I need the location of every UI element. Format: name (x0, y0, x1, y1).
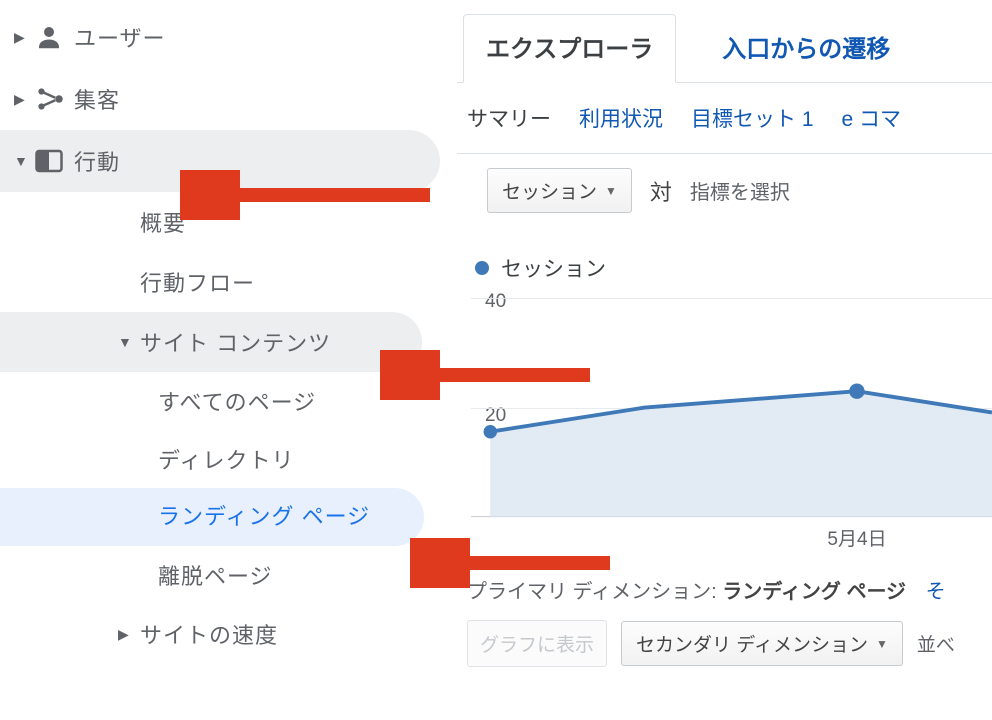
sidebar-item-acquisition[interactable]: ▶ 集客 (0, 68, 456, 130)
legend-dot-icon (475, 261, 489, 275)
metric-dropdown[interactable]: セッション ▼ (487, 168, 632, 213)
sidebar-subitem-site-speed[interactable]: ▶ サイトの速度 (0, 604, 456, 664)
subtab-summary[interactable]: サマリー (467, 103, 551, 133)
sidebar-leaf-landing-pages[interactable]: ランディング ページ (0, 488, 424, 546)
primary-dimension-value: ランディング ページ (722, 581, 906, 603)
sidebar-item-label: 行動フロー (140, 266, 255, 298)
chevron-down-icon: ▼ (605, 184, 617, 198)
caret-right-icon: ▶ (14, 29, 34, 46)
primary-dimension-label: プライマリ ディメンション: (467, 581, 717, 603)
sidebar: ▶ ユーザー ▶ 集客 ▼ 行動 概要 行動フロー (0, 0, 456, 720)
plot-rows-button[interactable]: グラフに表示 (467, 620, 607, 667)
sidebar-item-label: サイト コンテンツ (140, 326, 331, 358)
metric-controls: セッション ▼ 対 指標を選択 (457, 153, 992, 227)
sidebar-item-label: ディレクトリ (158, 443, 294, 475)
sidebar-item-behavior[interactable]: ▼ 行動 (0, 130, 440, 192)
subtab-goalset1[interactable]: 目標セット 1 (691, 103, 814, 133)
tab-label: エクスプローラ (486, 36, 653, 63)
tab-explorer[interactable]: エクスプローラ (463, 14, 676, 83)
caret-right-icon: ▶ (118, 626, 140, 643)
primary-dimension-row: プライマリ ディメンション: ランディング ページ そ (457, 547, 992, 604)
sidebar-item-label: 集客 (74, 83, 120, 115)
sidebar-item-audience[interactable]: ▶ ユーザー (0, 6, 456, 68)
sidebar-leaf-all-pages[interactable]: すべてのページ (0, 372, 456, 430)
behavior-icon (34, 146, 74, 176)
subtab-usage[interactable]: 利用状況 (579, 103, 663, 133)
dropdown-value: セッション (502, 177, 597, 204)
sidebar-subitem-behavior-flow[interactable]: 行動フロー (0, 252, 456, 312)
sidebar-item-label: 行動 (74, 145, 120, 177)
sidebar-item-label: すべてのページ (158, 385, 316, 417)
chart: 40 20 5月4日 (457, 287, 992, 547)
legend-label: セッション (501, 253, 606, 283)
sidebar-item-label: 概要 (140, 206, 186, 238)
chart-legend: セッション (457, 227, 992, 283)
sidebar-subitem-site-content[interactable]: ▼ サイト コンテンツ (0, 312, 422, 372)
sidebar-leaf-exit-pages[interactable]: 離脱ページ (0, 546, 456, 604)
tab-bar: エクスプローラ 入口からの遷移 (457, 14, 992, 83)
sidebar-item-label: ランディング ページ (158, 502, 370, 533)
x-axis-tick: 5月4日 (827, 524, 886, 551)
tab-label: 入口からの遷移 (722, 36, 890, 63)
acquisition-icon (34, 84, 74, 114)
sidebar-subitem-overview[interactable]: 概要 (0, 192, 456, 252)
subtab-bar: サマリー 利用状況 目標セット 1 e コマ (457, 83, 992, 153)
choose-metric-link[interactable]: 指標を選択 (690, 176, 790, 205)
vs-label: 対 (650, 175, 672, 207)
sidebar-item-label: サイトの速度 (140, 618, 278, 650)
tab-navigation-summary[interactable]: 入口からの遷移 (700, 15, 912, 82)
sort-link[interactable]: 並べ (917, 630, 955, 657)
sidebar-item-label: ユーザー (74, 21, 166, 53)
caret-down-icon: ▼ (118, 334, 140, 350)
user-icon (34, 22, 74, 52)
secondary-dimension-dropdown[interactable]: セカンダリ ディメンション ▼ (621, 621, 903, 666)
dropdown-value: セカンダリ ディメンション (636, 630, 868, 657)
caret-down-icon: ▼ (14, 153, 34, 169)
sidebar-leaf-directory[interactable]: ディレクトリ (0, 430, 456, 488)
subtab-ecommerce[interactable]: e コマ (842, 103, 902, 133)
caret-right-icon: ▶ (14, 91, 34, 108)
chevron-down-icon: ▼ (876, 637, 888, 651)
main-content: エクスプローラ 入口からの遷移 サマリー 利用状況 目標セット 1 e コマ セ… (456, 0, 992, 720)
primary-dimension-other[interactable]: そ (926, 581, 946, 603)
chart-svg (471, 287, 992, 519)
sidebar-item-label: 離脱ページ (158, 559, 273, 591)
secondary-controls: グラフに表示 セカンダリ ディメンション ▼ 並べ (457, 604, 992, 667)
